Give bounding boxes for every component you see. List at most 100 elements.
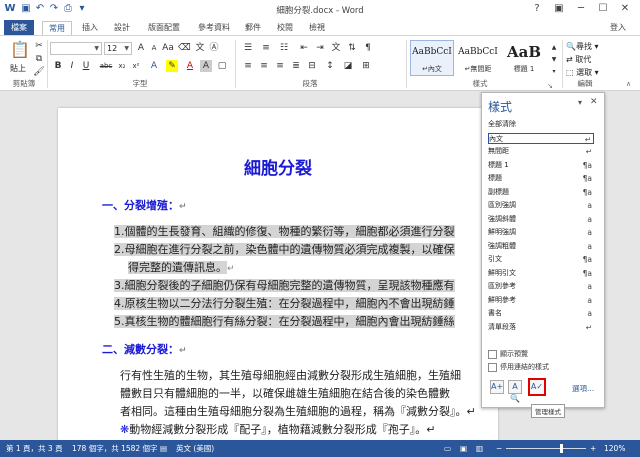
sort-icon[interactable]: ⇅ [346,42,358,54]
paste-icon[interactable]: 📋 [10,40,30,60]
tab-view[interactable]: 檢視 [304,21,330,35]
print-layout-icon[interactable]: ▣ [460,440,467,457]
zoom-level[interactable]: 120% [604,440,625,457]
style-item[interactable]: 區別強調 a [488,200,594,211]
select-button[interactable]: ⬚ 選取 ▾ [566,67,599,78]
style-card-no-spacing[interactable]: AaBbCcI ↵無間距 [456,40,500,76]
style-item[interactable]: 書名 a [488,308,594,319]
subscript-button[interactable]: x₂ [116,60,128,72]
style-item[interactable]: 標題 ¶a [488,173,594,184]
style-item[interactable]: 引文 ¶a [488,254,594,265]
tab-file[interactable]: 檔案 [4,20,34,35]
decrease-indent-icon[interactable]: ⇤ [298,42,310,54]
ribbon-display-button[interactable]: ▣ [548,0,570,18]
style-inspector-button[interactable]: A🔍 [508,380,522,403]
styles-launcher-icon[interactable]: ↘ [547,82,553,90]
zoom-in-button[interactable]: + [590,440,596,457]
strikethrough-button[interactable]: abc [98,60,114,72]
highlight-color-icon[interactable]: ✎ [166,60,178,72]
gallery-scroll-up-icon[interactable]: ▲ [548,42,560,54]
distribute-icon[interactable]: ⊟ [306,60,318,72]
style-item[interactable]: 鮮明參考 a [488,295,594,306]
justify-icon[interactable]: ≣ [290,60,302,72]
italic-button[interactable]: I [66,60,78,72]
tab-design[interactable]: 設計 [108,21,136,35]
text-effect-button[interactable]: A [148,60,160,72]
paste-label[interactable]: 貼上 [10,63,26,74]
style-item[interactable]: 清單段落 ↵ [488,322,594,333]
pane-menu-icon[interactable]: ▾ [578,98,582,107]
format-painter-icon[interactable]: 🖌 [33,66,45,78]
minimize-button[interactable]: ─ [570,0,592,18]
style-item[interactable]: 無間距 ↵ [488,146,594,157]
document-page[interactable]: 細胞分裂 一、分裂增殖：↵ 1.個體的生長發育、組織的修復、物種的繁衍等，細胞都… [58,108,498,448]
manage-styles-button[interactable]: A✓ [528,378,546,396]
style-item[interactable]: 區別參考 a [488,281,594,292]
bullets-icon[interactable]: ☰ [242,42,254,54]
gallery-scroll-down-icon[interactable]: ▼ [548,54,560,66]
style-item[interactable]: 強調斜體 a [488,214,594,225]
copy-icon[interactable]: ⧉ [33,53,45,65]
show-marks-icon[interactable]: ¶ [362,42,374,54]
tab-references[interactable]: 參考資料 [192,21,236,35]
maximize-button[interactable]: ☐ [592,0,614,18]
options-link[interactable]: 選項... [572,383,594,394]
proofing-icon[interactable]: ▤ [160,440,167,457]
line-spacing-icon[interactable]: ↕ [324,60,336,72]
read-mode-icon[interactable]: ▭ [444,440,451,457]
enclose-char-icon[interactable]: Ⓐ [208,42,220,54]
style-item[interactable]: 內文 ↵ [488,132,594,144]
tab-home[interactable]: 常用 [42,21,72,35]
close-button[interactable]: ✕ [614,0,636,18]
cut-icon[interactable]: ✂ [33,40,45,52]
tab-mailings[interactable]: 郵件 [240,21,266,35]
align-right-icon[interactable]: ≡ [274,60,286,72]
superscript-button[interactable]: x² [130,60,142,72]
zoom-out-button[interactable]: − [496,440,502,457]
font-size-combo[interactable]: 12 ▼ [104,42,132,55]
word-count[interactable]: 178 個字，共 1582 個字 [72,440,158,457]
web-layout-icon[interactable]: ▥ [476,440,483,457]
tab-review[interactable]: 校閱 [272,21,298,35]
style-card-normal[interactable]: AaBbCcI ↵內文 [410,40,454,76]
style-item[interactable]: 副標題 ¶a [488,187,594,198]
align-center-icon[interactable]: ≡ [258,60,270,72]
style-card-heading1[interactable]: AaB 標題 1 [502,40,546,76]
replace-button[interactable]: ⇄ 取代 [566,54,591,65]
pane-close-icon[interactable]: ✕ [590,97,598,107]
zoom-slider[interactable] [506,448,586,449]
gallery-more-icon[interactable]: ▾ [548,66,560,78]
style-item[interactable]: 強調粗體 a [488,241,594,252]
change-case-icon[interactable]: Aa [162,42,174,54]
multilevel-list-icon[interactable]: ☷ [278,42,290,54]
help-button[interactable]: ? [526,0,548,18]
borders-icon[interactable]: ⊞ [360,60,372,72]
grow-font-icon[interactable]: A [135,42,147,54]
align-left-icon[interactable]: ≡ [242,60,254,72]
style-item[interactable]: 標題 1 ¶a [488,160,594,171]
zoom-slider-thumb[interactable] [560,444,563,453]
tab-layout[interactable]: 版面配置 [142,21,186,35]
tab-insert[interactable]: 插入 [76,21,104,35]
char-border-icon[interactable]: ▢ [216,60,228,72]
page-count[interactable]: 第 1 頁，共 3 頁 [6,440,63,457]
font-name-combo[interactable]: ▼ [50,42,102,55]
style-item[interactable]: 鮮明引文 ¶a [488,268,594,279]
numbering-icon[interactable]: ≡ [260,42,272,54]
find-button[interactable]: 🔍尋找 ▾ [566,41,599,52]
show-preview-checkbox[interactable] [488,350,497,359]
bold-button[interactable]: B [52,60,64,72]
language-indicator[interactable]: 英文 (美國) [176,440,214,457]
phonetic-guide-icon[interactable]: 文 [194,42,206,54]
increase-indent-icon[interactable]: ⇥ [314,42,326,54]
chinese-layout-icon[interactable]: 文 [330,42,342,54]
shading-icon[interactable]: ◪ [342,60,354,72]
disable-linked-styles-checkbox[interactable] [488,363,497,372]
shrink-font-icon[interactable]: A [148,42,160,54]
char-shading-icon[interactable]: A [200,60,212,72]
sign-in-link[interactable]: 登入 [604,21,632,35]
style-item[interactable]: 鮮明強調 a [488,227,594,238]
style-item[interactable]: 全部清除 [488,119,594,130]
collapse-ribbon-icon[interactable]: ∧ [626,80,631,88]
new-style-button[interactable]: A+ [490,380,504,394]
